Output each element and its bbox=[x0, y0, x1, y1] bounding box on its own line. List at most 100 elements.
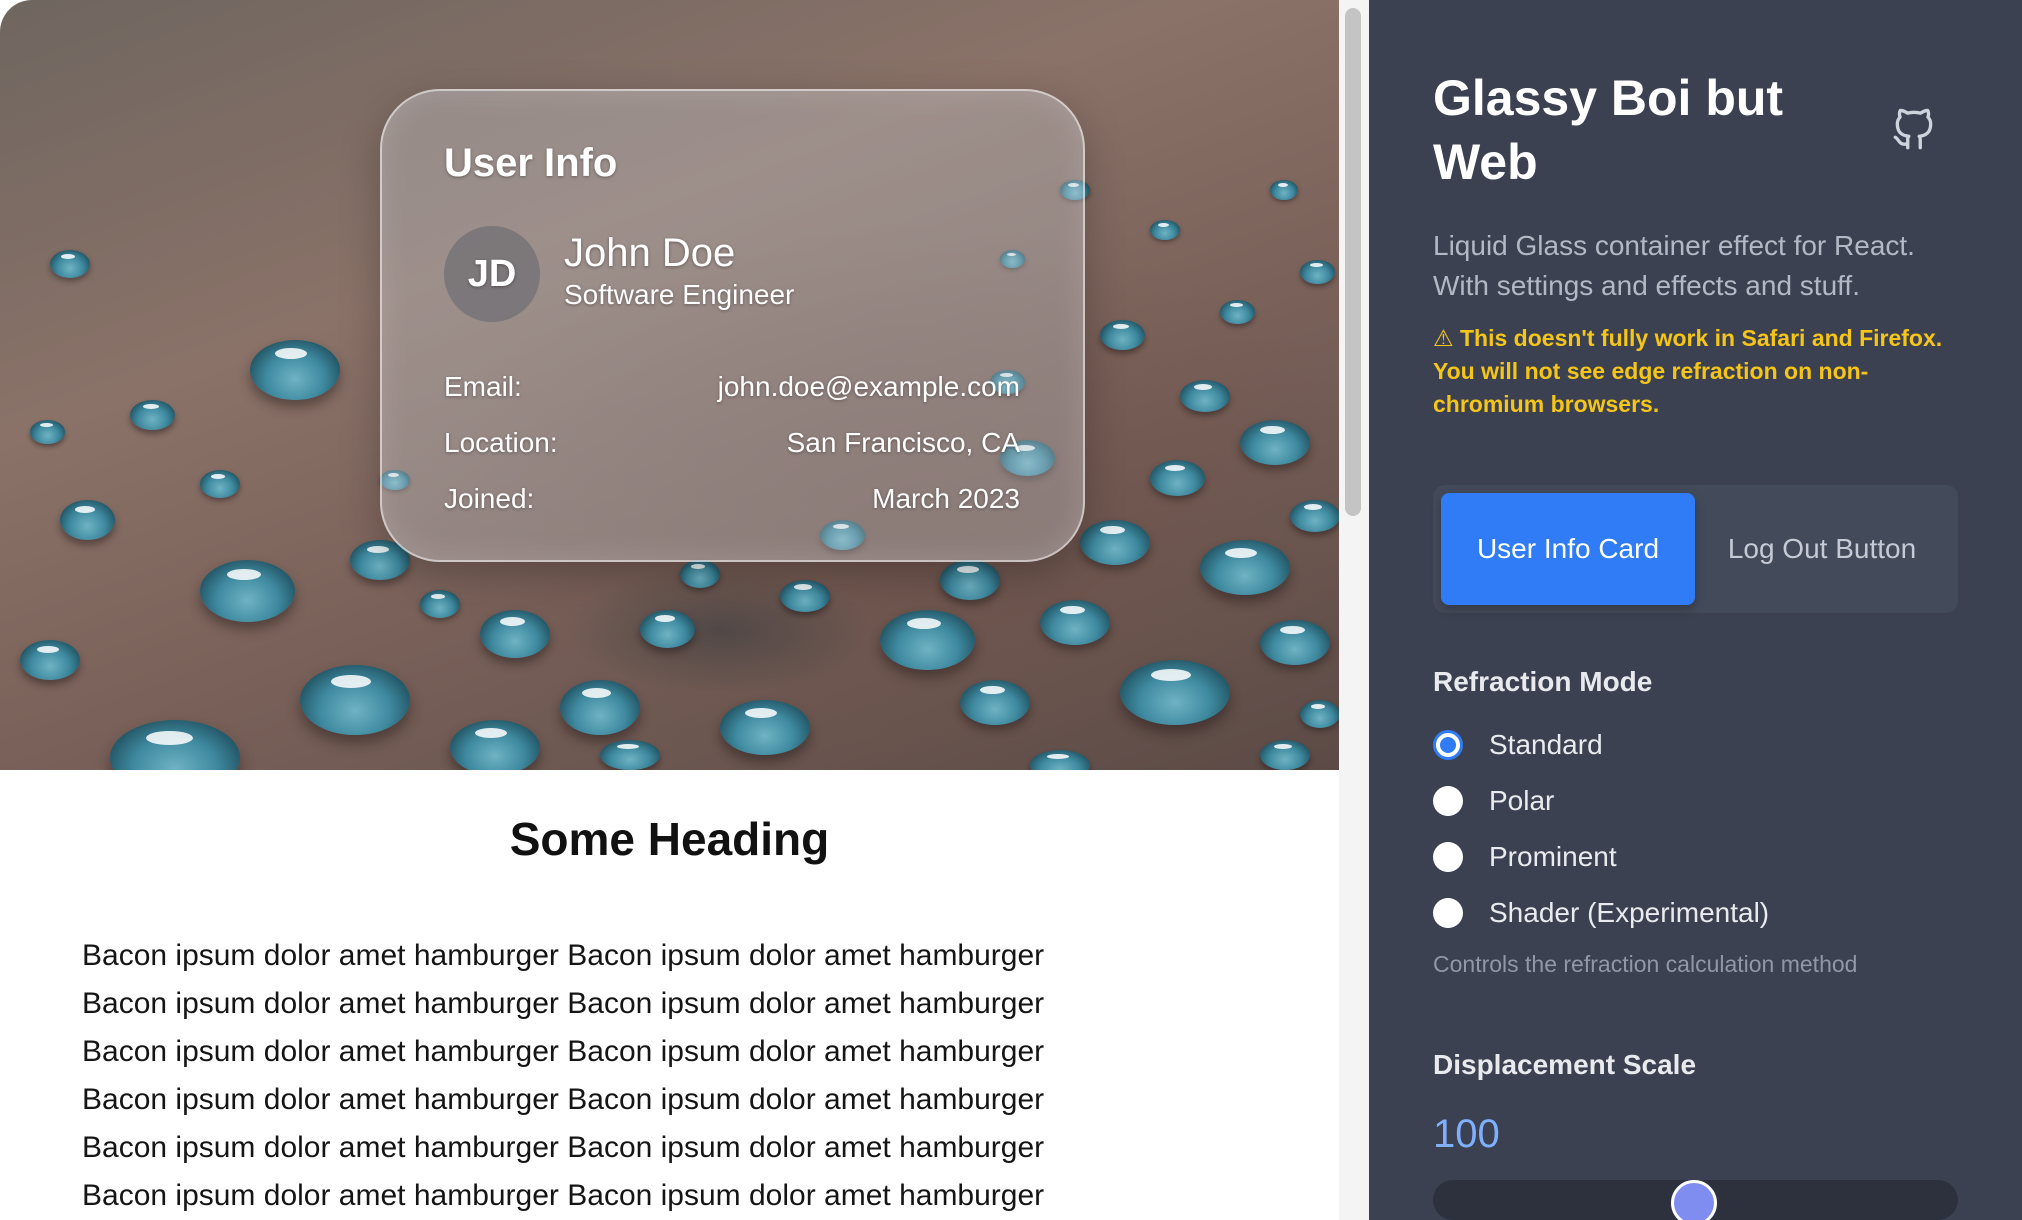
droplet-highlight bbox=[794, 584, 812, 590]
card-title: User Info bbox=[444, 141, 618, 185]
droplet-highlight bbox=[1310, 263, 1323, 267]
tab-log-out-button[interactable]: Log Out Button bbox=[1695, 493, 1949, 605]
radio-button[interactable] bbox=[1433, 898, 1463, 928]
droplet-highlight bbox=[61, 254, 75, 259]
droplet-highlight bbox=[1225, 548, 1257, 558]
panel-title: Glassy Boi but Web bbox=[1433, 70, 1784, 190]
radio-label: Prominent bbox=[1489, 841, 1617, 872]
water-droplet bbox=[1260, 620, 1330, 665]
radio-label: Polar bbox=[1489, 785, 1555, 816]
droplet-highlight bbox=[500, 617, 525, 626]
water-droplet bbox=[110, 720, 240, 770]
droplet-highlight bbox=[1274, 744, 1292, 749]
info-row-location: Location: San Francisco, CA bbox=[444, 427, 1020, 459]
water-droplet bbox=[680, 560, 720, 588]
droplet-highlight bbox=[40, 423, 53, 427]
github-icon[interactable] bbox=[1889, 104, 1939, 154]
article-line: Bacon ipsum dolor amet hamburger Bacon i… bbox=[82, 987, 1045, 1020]
water-droplet bbox=[780, 580, 830, 612]
article-line: Bacon ipsum dolor amet hamburger Bacon i… bbox=[82, 939, 1045, 972]
displacement-slider-thumb[interactable] bbox=[1671, 1180, 1717, 1220]
water-droplet bbox=[1150, 460, 1205, 496]
water-droplet bbox=[720, 700, 810, 755]
droplet-highlight bbox=[1158, 223, 1169, 227]
droplet-highlight bbox=[1113, 324, 1129, 329]
water-droplet bbox=[1180, 380, 1230, 412]
water-droplet bbox=[1040, 600, 1110, 645]
tab-user-info-card[interactable]: User Info Card bbox=[1441, 493, 1695, 605]
refraction-hint: Controls the refraction calculation meth… bbox=[1433, 951, 1858, 977]
water-droplet bbox=[450, 720, 540, 770]
droplet-highlight bbox=[475, 728, 507, 738]
radio-label: Shader (Experimental) bbox=[1489, 897, 1770, 928]
refraction-mode-label: Refraction Mode bbox=[1433, 666, 1653, 697]
avatar: JD bbox=[444, 226, 540, 322]
droplet-highlight bbox=[655, 615, 675, 622]
radio-shader-experimental[interactable]: Shader (Experimental) bbox=[1433, 897, 1769, 929]
radio-standard[interactable]: Standard bbox=[1433, 729, 1603, 761]
displacement-scale-label: Displacement Scale bbox=[1433, 1049, 1697, 1080]
water-droplet bbox=[880, 610, 975, 670]
water-droplet bbox=[60, 500, 115, 540]
droplet-highlight bbox=[1165, 465, 1185, 471]
water-droplet bbox=[1200, 540, 1290, 595]
user-name: John Doe bbox=[564, 231, 736, 275]
droplet-highlight bbox=[331, 675, 371, 688]
water-droplet bbox=[50, 250, 90, 278]
droplet-highlight bbox=[143, 404, 159, 409]
article-line: Bacon ipsum dolor amet hamburger Bacon i… bbox=[82, 1035, 1045, 1068]
water-droplet bbox=[200, 560, 295, 622]
water-droplet bbox=[940, 560, 1000, 600]
water-droplet bbox=[960, 680, 1030, 725]
water-droplet bbox=[1300, 700, 1339, 728]
browser-warning: ⚠ This doesn't fully work in Safari and … bbox=[1433, 325, 1943, 417]
preview-scrollbar-thumb[interactable] bbox=[1345, 8, 1361, 516]
info-value: San Francisco, CA bbox=[786, 427, 1020, 458]
water-droplet bbox=[1150, 220, 1180, 240]
water-droplet bbox=[1290, 500, 1339, 532]
component-tabs: User Info Card Log Out Button bbox=[1433, 485, 1958, 613]
droplet-highlight bbox=[907, 618, 941, 629]
radio-polar[interactable]: Polar bbox=[1433, 785, 1554, 817]
droplet-highlight bbox=[1230, 303, 1243, 307]
water-droplet bbox=[1080, 520, 1150, 565]
droplet-highlight bbox=[957, 566, 979, 573]
water-droplet bbox=[200, 470, 240, 498]
info-value: March 2023 bbox=[872, 483, 1020, 514]
droplet-highlight bbox=[1278, 183, 1288, 187]
info-label: Joined: bbox=[444, 483, 535, 514]
water-droplet bbox=[1240, 420, 1310, 465]
droplet-highlight bbox=[1280, 626, 1305, 634]
info-label: Location: bbox=[444, 427, 558, 458]
droplet-highlight bbox=[1047, 754, 1069, 759]
droplet-highlight bbox=[211, 474, 225, 479]
preview-area: User Info JD John Doe Software Engineer … bbox=[0, 0, 1339, 1220]
droplet-highlight bbox=[582, 688, 611, 698]
settings-panel: Glassy Boi but Web Liquid Glass containe… bbox=[1369, 0, 2022, 1220]
droplet-highlight bbox=[227, 569, 261, 580]
droplet-highlight bbox=[1260, 426, 1285, 434]
info-value: john.doe@example.com bbox=[717, 371, 1020, 402]
droplet-highlight bbox=[367, 546, 389, 553]
water-droplet bbox=[1120, 660, 1230, 725]
radio-button[interactable] bbox=[1433, 786, 1463, 816]
water-droplet bbox=[420, 590, 460, 618]
water-droplet bbox=[1030, 750, 1090, 770]
droplet-highlight bbox=[431, 594, 445, 599]
droplet-highlight bbox=[980, 686, 1005, 694]
water-droplet bbox=[560, 680, 640, 735]
radio-prominent[interactable]: Prominent bbox=[1433, 841, 1617, 873]
droplet-highlight bbox=[1100, 526, 1125, 534]
water-droplet bbox=[1260, 740, 1310, 770]
radio-button[interactable] bbox=[1433, 730, 1463, 760]
water-droplet bbox=[1300, 260, 1335, 284]
water-droplet bbox=[30, 420, 65, 444]
panel-description: Liquid Glass container effect for React.… bbox=[1433, 230, 1915, 301]
water-droplet bbox=[1100, 320, 1145, 350]
droplet-highlight bbox=[1311, 704, 1325, 709]
droplet-highlight bbox=[1304, 504, 1322, 510]
article-line: Bacon ipsum dolor amet hamburger Bacon i… bbox=[82, 1179, 1045, 1212]
info-row-email: Email: john.doe@example.com bbox=[444, 371, 1020, 403]
radio-button[interactable] bbox=[1433, 842, 1463, 872]
article-line: Bacon ipsum dolor amet hamburger Bacon i… bbox=[82, 1131, 1045, 1164]
